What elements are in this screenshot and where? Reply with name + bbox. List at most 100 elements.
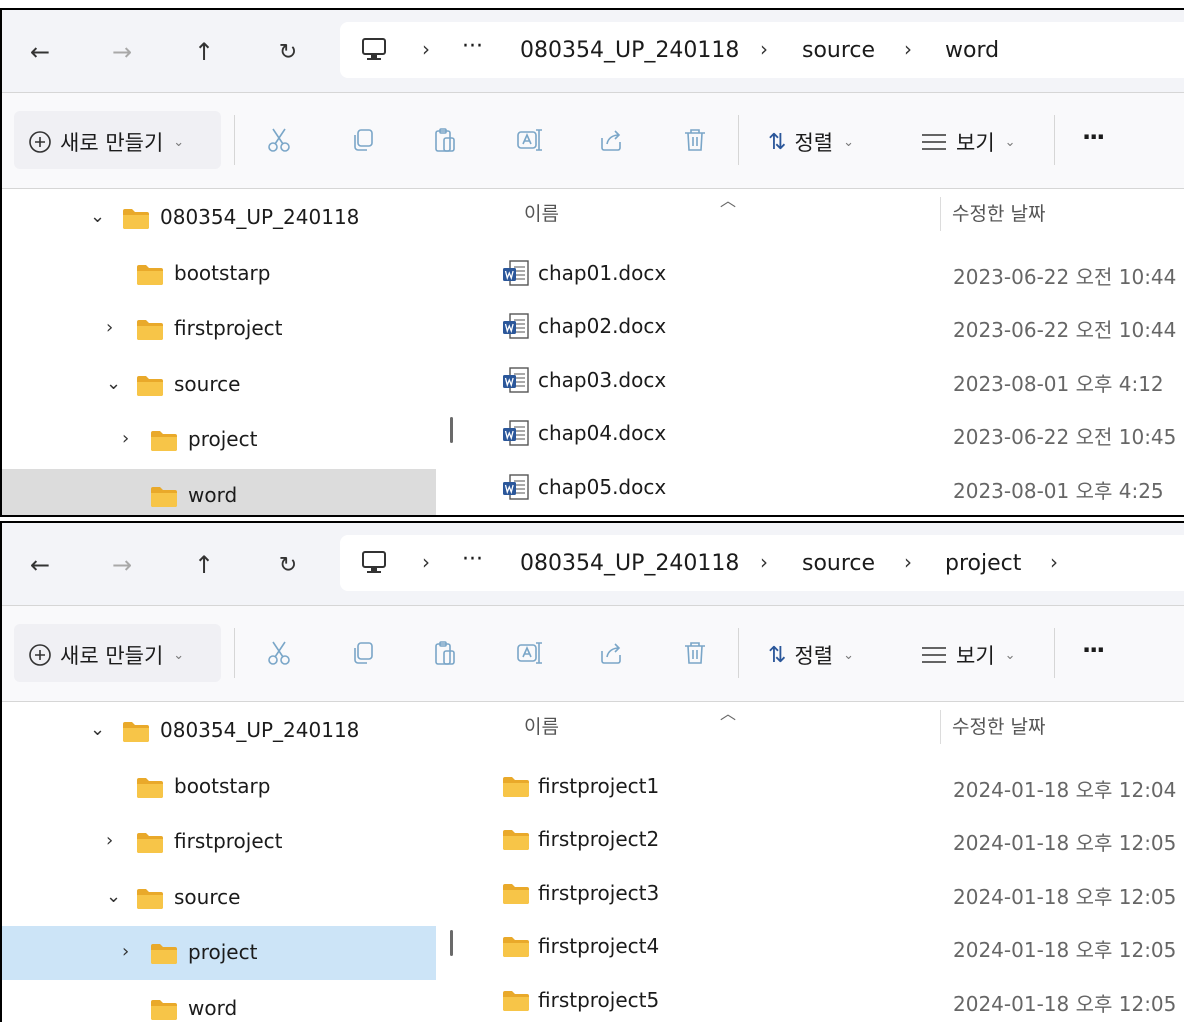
- file-row[interactable]: firstproject4 2024-01-18 오후 12:05: [468, 920, 1184, 972]
- column-divider[interactable]: [940, 710, 941, 744]
- this-pc-icon[interactable]: [360, 36, 388, 64]
- nav-item-firstproject[interactable]: › firstproject: [2, 302, 436, 356]
- file-row[interactable]: chap01.docx 2023-06-22 오전 10:44: [468, 247, 1184, 299]
- sort-ascending-icon: ︿: [720, 704, 737, 723]
- forward-arrow-icon[interactable]: →: [102, 32, 142, 72]
- share-icon[interactable]: [594, 123, 628, 157]
- nav-item-project[interactable]: › project: [2, 926, 436, 980]
- address-segment-root[interactable]: 080354_UP_240118: [520, 551, 739, 576]
- column-header-date-modified[interactable]: 수정한 날짜: [952, 199, 1045, 226]
- refresh-icon[interactable]: ↻: [268, 32, 308, 72]
- share-icon[interactable]: [594, 636, 628, 670]
- pane-splitter[interactable]: [438, 702, 468, 1022]
- file-row[interactable]: firstproject5 2024-01-18 오후 12:05: [468, 974, 1184, 1022]
- address-segment-source[interactable]: source: [802, 551, 875, 576]
- nav-item-word[interactable]: word: [2, 468, 436, 515]
- address-segment-current[interactable]: word: [945, 38, 999, 63]
- chevron-right-icon[interactable]: ›: [122, 941, 129, 962]
- nav-item-word[interactable]: word: [2, 982, 436, 1022]
- up-arrow-icon[interactable]: ↑: [184, 545, 224, 585]
- back-arrow-icon[interactable]: ←: [20, 32, 60, 72]
- refresh-icon[interactable]: ↻: [268, 545, 308, 585]
- more-options-button[interactable]: ···: [1082, 123, 1105, 151]
- chevron-down-icon: ⌄: [1004, 647, 1016, 663]
- file-row[interactable]: chap02.docx 2023-06-22 오전 10:44: [468, 300, 1184, 352]
- nav-item-firstproject[interactable]: › firstproject: [2, 815, 436, 869]
- column-header-name[interactable]: 이름: [524, 712, 559, 739]
- nav-item-bootstarp[interactable]: bootstarp: [2, 760, 436, 814]
- folder-icon: [137, 375, 163, 396]
- delete-icon[interactable]: [678, 123, 712, 157]
- column-header-date-modified[interactable]: 수정한 날짜: [952, 712, 1045, 739]
- nav-item-label: firstproject: [174, 316, 283, 340]
- back-arrow-icon[interactable]: ←: [20, 545, 60, 585]
- new-button-content[interactable]: 새로 만들기 ⌄: [28, 640, 184, 670]
- up-arrow-icon[interactable]: ↑: [184, 32, 224, 72]
- folder-icon: [151, 431, 177, 451]
- view-button[interactable]: 보기 ⌄: [920, 127, 1016, 157]
- word-doc-icon: [503, 313, 529, 340]
- column-divider[interactable]: [940, 197, 941, 231]
- chevron-right-icon[interactable]: ›: [122, 428, 129, 449]
- address-box[interactable]: › ··· 080354_UP_240118 › source › word: [340, 22, 1184, 78]
- rename-icon[interactable]: [512, 123, 546, 157]
- file-row[interactable]: chap03.docx 2023-08-01 오후 4:12: [468, 354, 1184, 406]
- copy-icon[interactable]: [346, 123, 380, 157]
- sort-ascending-icon: ︿: [720, 191, 737, 210]
- nav-item-label: source: [174, 371, 241, 396]
- address-ellipsis[interactable]: ···: [462, 547, 483, 572]
- splitter-grip[interactable]: [450, 930, 453, 956]
- file-row[interactable]: firstproject3 2024-01-18 오후 12:05: [468, 867, 1184, 919]
- address-segment-current[interactable]: project: [945, 551, 1021, 576]
- file-row[interactable]: firstproject2 2024-01-18 오후 12:05: [468, 813, 1184, 865]
- folder-icon: [137, 320, 163, 340]
- file-name: firstproject1: [538, 774, 660, 798]
- nav-item-080354_up_240118[interactable]: ⌄ 080354_UP_240118: [2, 704, 436, 758]
- cut-icon[interactable]: [262, 123, 296, 157]
- file-name: chap03.docx: [538, 367, 667, 392]
- nav-item-bootstarp[interactable]: bootstarp: [2, 247, 436, 301]
- address-segment-source[interactable]: source: [802, 38, 875, 63]
- nav-item-label: 080354_UP_240118: [160, 205, 360, 229]
- column-header-name[interactable]: 이름: [524, 199, 559, 226]
- plus-circle-icon: [29, 131, 51, 153]
- copy-icon[interactable]: [346, 636, 380, 670]
- nav-item-source[interactable]: ⌄ source: [2, 358, 436, 412]
- chevron-down-icon[interactable]: ⌄: [90, 719, 105, 740]
- address-segment-root[interactable]: 080354_UP_240118: [520, 38, 739, 63]
- folder-icon: [503, 990, 529, 1011]
- paste-icon[interactable]: [428, 123, 462, 157]
- this-pc-icon[interactable]: [360, 549, 388, 577]
- delete-icon[interactable]: [678, 636, 712, 670]
- chevron-right-icon[interactable]: ›: [106, 830, 113, 851]
- chevron-down-icon[interactable]: ⌄: [90, 206, 105, 227]
- sort-button[interactable]: ⇅ 정렬 ⌄: [768, 127, 854, 157]
- file-row[interactable]: chap04.docx 2023-06-22 오전 10:45: [468, 407, 1184, 459]
- nav-item-source[interactable]: ⌄ source: [2, 871, 436, 925]
- chevron-down-icon[interactable]: ⌄: [106, 373, 121, 394]
- address-box[interactable]: › ··· 080354_UP_240118 › source › project ›: [340, 535, 1184, 591]
- file-row[interactable]: chap05.docx 2023-08-01 오후 4:25: [468, 461, 1184, 513]
- splitter-grip[interactable]: [450, 417, 453, 443]
- nav-item-project[interactable]: › project: [2, 413, 436, 467]
- paste-icon[interactable]: [428, 636, 462, 670]
- sort-button[interactable]: ⇅ 정렬 ⌄: [768, 640, 854, 670]
- word-doc-icon: [503, 473, 529, 500]
- pane-splitter[interactable]: [438, 189, 468, 515]
- file-list: 이름 ︿ 수정한 날짜 firstproject1 2024-01-18 오후 12:0…: [468, 702, 1184, 1022]
- rename-icon[interactable]: [512, 636, 546, 670]
- address-ellipsis[interactable]: ···: [462, 34, 483, 59]
- chevron-right-icon[interactable]: ›: [1050, 550, 1058, 574]
- cut-icon[interactable]: [262, 636, 296, 670]
- nav-item-080354_up_240118[interactable]: ⌄ 080354_UP_240118: [2, 191, 436, 245]
- view-button[interactable]: 보기 ⌄: [920, 640, 1016, 670]
- folder-icon: [503, 883, 529, 904]
- divider: [1054, 628, 1055, 678]
- file-row[interactable]: firstproject1 2024-01-18 오후 12:04: [468, 760, 1184, 812]
- new-button-content[interactable]: 새로 만들기 ⌄: [28, 127, 184, 157]
- explorer-window-word: ← → ↑ ↻ › ··· 080354_UP_240118 › source › word 새로 만…: [0, 8, 1184, 517]
- chevron-right-icon[interactable]: ›: [106, 317, 113, 338]
- forward-arrow-icon[interactable]: →: [102, 545, 142, 585]
- chevron-down-icon[interactable]: ⌄: [106, 886, 121, 907]
- more-options-button[interactable]: ···: [1082, 636, 1105, 664]
